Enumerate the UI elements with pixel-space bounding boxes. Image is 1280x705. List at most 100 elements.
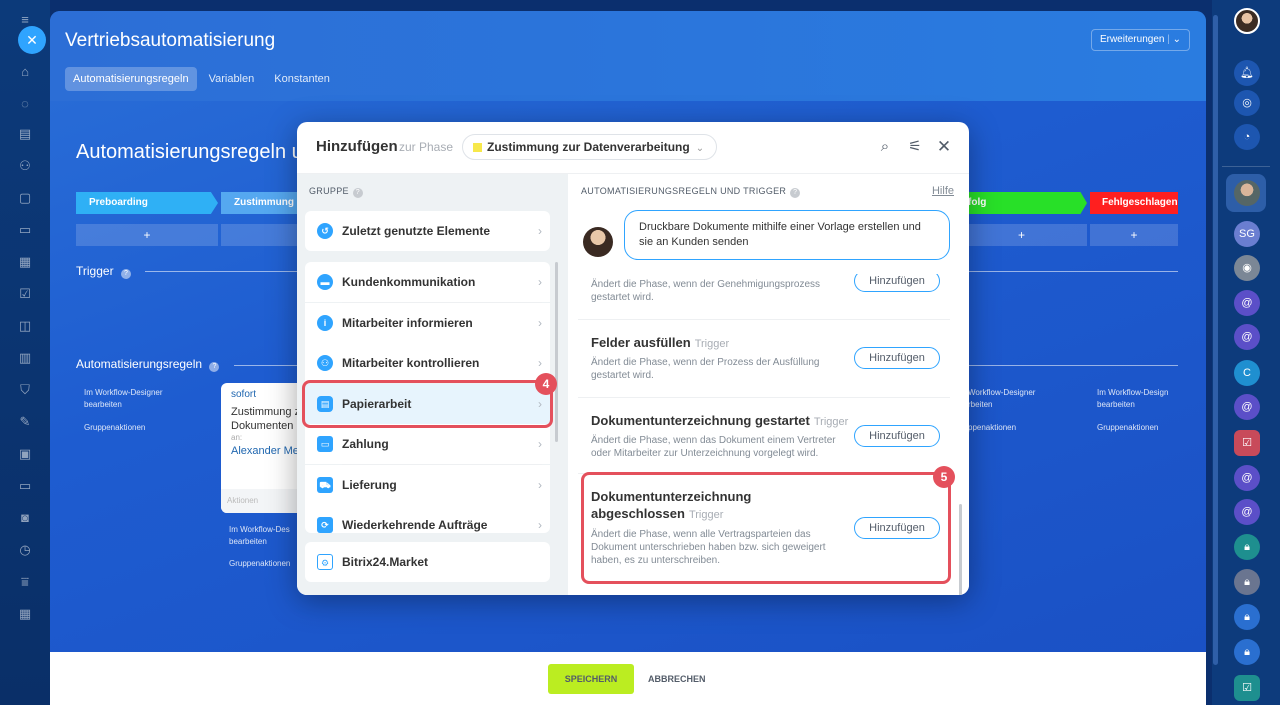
extensions-button[interactable]: Erweiterungen | ⌄ — [1090, 29, 1190, 51]
group-item-recurring-orders[interactable]: ⟳ Wiederkehrende Aufträge › — [305, 505, 550, 533]
add-trigger-button[interactable]: Hinzufügen — [854, 274, 940, 292]
add-rule-button[interactable]: + — [1090, 224, 1178, 246]
group-actions-link[interactable]: Gruppenaktionen — [84, 422, 145, 434]
documents-icon[interactable]: ▢ — [17, 190, 33, 206]
workflow-designer-link[interactable]: Im Workflow-Des bearbeiten — [229, 524, 299, 548]
avatar-sg[interactable]: SG — [1234, 221, 1260, 247]
lock-icon[interactable]: 🔒︎ — [1234, 639, 1260, 665]
trigger-description: Ändert die Phase, wenn das Dokument eine… — [591, 435, 836, 459]
panel-header: Vertriebsautomatisierung Erweiterungen |… — [50, 11, 1206, 101]
at-icon[interactable]: @ — [1234, 290, 1260, 316]
tasks-icon[interactable]: ▤ — [17, 126, 33, 142]
phase-select[interactable]: Zustimmung zur Datenverarbeitung ⌄ — [462, 134, 718, 160]
help-link[interactable]: Hilfe — [932, 185, 954, 197]
page-scrollbar[interactable] — [1213, 15, 1218, 665]
close-slider-button[interactable]: ✕ — [18, 26, 46, 54]
help-icon[interactable]: ? — [120, 269, 131, 279]
chevron-right-icon: › — [538, 316, 542, 330]
check-icon[interactable]: ☑ — [1234, 675, 1260, 701]
check-icon[interactable]: ☑ — [1234, 430, 1260, 456]
drive-icon[interactable]: ▭ — [17, 222, 33, 238]
group-item-recent[interactable]: ↺ Zuletzt genutzte Elemente › — [305, 211, 550, 251]
avatar[interactable]: ◉ — [1234, 255, 1260, 281]
trigger-scrollbar[interactable] — [959, 504, 962, 595]
avatar[interactable] — [1234, 180, 1260, 206]
shop-icon[interactable]: ⛉ — [17, 382, 33, 398]
help-icon[interactable]: ? — [209, 362, 220, 372]
add-trigger-button[interactable]: Hinzufügen — [854, 425, 940, 447]
group-item-control-employees[interactable]: ⚇ Mitarbeiter kontrollieren › — [305, 343, 550, 383]
robot-delay-link[interactable]: sofort — [231, 389, 256, 400]
extensions-label: Erweiterungen — [1099, 34, 1165, 45]
calendar-icon[interactable]: ▦ — [17, 254, 33, 270]
trigger-section-title: Trigger ? — [76, 264, 131, 279]
search-icon[interactable]: ⌕ — [875, 137, 895, 157]
group-item-payment[interactable]: ▭ Zahlung › — [305, 424, 550, 464]
feed-icon[interactable]: ◌ — [17, 96, 33, 112]
filter-icon[interactable]: ⩸ — [17, 574, 33, 590]
target-icon[interactable]: ◎ — [1234, 90, 1260, 116]
signature-icon[interactable]: ✎ — [17, 414, 33, 430]
at-icon[interactable]: @ — [1234, 394, 1260, 420]
settings-sliders-icon[interactable]: ⚟ — [905, 137, 925, 157]
group-heading-label: GRUPPE — [309, 186, 349, 196]
chat-bubble-icon[interactable]: ◔ — [1234, 124, 1260, 150]
group-item-delivery[interactable]: ⛟ Lieferung › — [305, 465, 550, 505]
contacts-icon[interactable]: ⚇ — [17, 158, 33, 174]
help-icon[interactable]: ? — [352, 188, 363, 198]
add-trigger-button[interactable]: Hinzufügen — [854, 347, 940, 369]
group-item-label: Wiederkehrende Aufträge — [342, 518, 488, 532]
add-rule-button[interactable]: + — [956, 224, 1087, 246]
truck-icon: ⛟ — [317, 477, 333, 493]
assistant-avatar — [583, 227, 613, 257]
avatar-c[interactable]: C — [1234, 360, 1260, 386]
checklist-icon[interactable]: ☑ — [17, 286, 33, 302]
lock-icon[interactable]: 🔒︎ — [1234, 569, 1260, 595]
group-actions-link[interactable]: Gruppenaktionen — [229, 558, 290, 570]
list-item[interactable]: Ändert die Phase, wenn der Genehmigungsp… — [578, 274, 950, 320]
list-item[interactable]: Dokumentunterzeichnung gestartet Trigger … — [578, 398, 950, 474]
lock-icon[interactable]: 🔒︎ — [1234, 534, 1260, 560]
hint-bubble: Druckbare Dokumente mithilfe einer Vorla… — [624, 210, 950, 260]
tab-automation-rules[interactable]: Automatisierungsregeln — [65, 67, 197, 91]
group-actions-link[interactable]: Gruppenaktionen — [1097, 422, 1158, 434]
chevron-right-icon: › — [538, 224, 542, 238]
workflow-designer-link[interactable]: Im Workflow-Design bearbeiten — [1097, 387, 1187, 411]
list-item[interactable]: Felder ausfüllen Trigger Ändert die Phase… — [578, 320, 950, 398]
save-button[interactable]: SPEICHERN — [548, 664, 634, 694]
user-avatar[interactable] — [1234, 8, 1260, 34]
card-icon[interactable]: ▭ — [17, 478, 33, 494]
stage-failed[interactable]: Fehlgeschlagen — [1090, 192, 1178, 214]
add-rule-button[interactable]: + — [76, 224, 218, 246]
grid-icon[interactable]: ▦ — [17, 606, 33, 622]
group-item-market[interactable]: ⚙ Bitrix24.Market — [305, 542, 550, 582]
group-item-label: Zahlung — [342, 437, 389, 451]
stage-success[interactable]: folg — [956, 192, 1087, 214]
home-icon[interactable]: ⌂ — [17, 64, 33, 80]
workflow-designer-link[interactable]: Workflow-Designer rbeiten — [968, 387, 1058, 411]
at-icon[interactable]: @ — [1234, 499, 1260, 525]
trigger-title: Felder ausfüllen Trigger — [591, 334, 729, 353]
lock-icon[interactable]: 🔒︎ — [1234, 604, 1260, 630]
bell-icon[interactable]: 🔔︎ — [1234, 60, 1260, 86]
group-item-inform-employees[interactable]: i Mitarbeiter informieren › — [305, 303, 550, 343]
robot-responsible-link[interactable]: Alexander Me — [231, 445, 299, 457]
timer-icon[interactable]: ◷ — [17, 542, 33, 558]
robot-icon[interactable]: ◙ — [17, 510, 33, 526]
at-icon[interactable]: @ — [1234, 465, 1260, 491]
group-item-customer-communication[interactable]: ▬ Kundenkommunikation › — [305, 262, 550, 302]
cancel-button[interactable]: ABBRECHEN — [648, 664, 706, 694]
messages-icon[interactable]: ◫ — [17, 318, 33, 334]
close-icon[interactable]: ✕ — [934, 137, 954, 157]
tab-constants[interactable]: Konstanten — [266, 67, 338, 91]
box-icon[interactable]: ▣ — [17, 446, 33, 462]
workflow-designer-link[interactable]: Im Workflow-Designer bearbeiten — [84, 387, 184, 411]
at-icon[interactable]: @ — [1234, 324, 1260, 350]
analytics-icon[interactable]: ▥ — [17, 350, 33, 366]
trigger-description: Ändert die Phase, wenn der Prozess der A… — [591, 357, 820, 381]
group-scrollbar[interactable] — [555, 262, 558, 442]
stage-preboarding[interactable]: Preboarding — [76, 192, 218, 214]
group-actions-link[interactable]: ppenaktionen — [968, 422, 1016, 434]
tab-variables[interactable]: Variablen — [201, 67, 263, 91]
help-icon[interactable]: ? — [790, 188, 801, 198]
